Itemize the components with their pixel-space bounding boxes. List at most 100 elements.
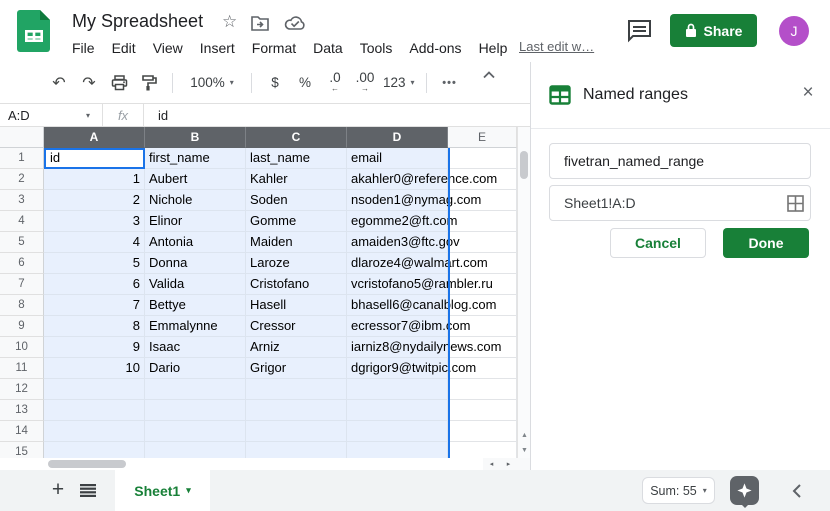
cell-B8[interactable]: Bettye — [145, 295, 246, 316]
cell-E12[interactable] — [448, 379, 517, 400]
row-header-5[interactable]: 5 — [0, 232, 44, 253]
column-header-C[interactable]: C — [246, 127, 347, 148]
cell-E14[interactable] — [448, 421, 517, 442]
cell-B11[interactable]: Dario — [145, 358, 246, 379]
row-header-8[interactable]: 8 — [0, 295, 44, 316]
vertical-scrollbar-thumb[interactable] — [520, 151, 528, 179]
explore-button[interactable] — [730, 476, 759, 505]
cell-D6[interactable]: dlaroze4@walmart.com — [347, 253, 448, 274]
menu-item-tools[interactable]: Tools — [360, 40, 393, 56]
cell-B4[interactable]: Elinor — [145, 211, 246, 232]
cell-C9[interactable]: Cressor — [246, 316, 347, 337]
menu-item-format[interactable]: Format — [252, 40, 296, 56]
cell-D1[interactable]: email — [347, 148, 448, 169]
row-header-10[interactable]: 10 — [0, 337, 44, 358]
sheets-logo-icon[interactable] — [16, 9, 52, 53]
cell-B9[interactable]: Emmalynne — [145, 316, 246, 337]
cell-D3[interactable]: nsoden1@nymag.com — [347, 190, 448, 211]
menu-item-file[interactable]: File — [72, 40, 95, 56]
column-header-E[interactable]: E — [448, 127, 517, 148]
cell-C11[interactable]: Grigor — [246, 358, 347, 379]
cell-D2[interactable]: akahler0@reference.com — [347, 169, 448, 190]
row-header-3[interactable]: 3 — [0, 190, 44, 211]
column-header-D[interactable]: D — [347, 127, 448, 148]
column-header-B[interactable]: B — [145, 127, 246, 148]
cell-A12[interactable] — [44, 379, 145, 400]
avatar[interactable]: J — [779, 16, 809, 46]
cell-C10[interactable]: Arniz — [246, 337, 347, 358]
cell-D12[interactable] — [347, 379, 448, 400]
cell-D14[interactable] — [347, 421, 448, 442]
menu-item-insert[interactable]: Insert — [200, 40, 235, 56]
select-data-range-icon[interactable] — [787, 195, 804, 212]
paint-format-button[interactable] — [137, 70, 161, 96]
row-header-15[interactable]: 15 — [0, 442, 44, 458]
cell-B2[interactable]: Aubert — [145, 169, 246, 190]
cell-B13[interactable] — [145, 400, 246, 421]
cell-C2[interactable]: Kahler — [246, 169, 347, 190]
row-header-4[interactable]: 4 — [0, 211, 44, 232]
close-icon[interactable]: × — [794, 79, 822, 107]
cell-E1[interactable] — [448, 148, 517, 169]
share-button[interactable]: Share — [670, 14, 757, 47]
cell-D11[interactable]: dgrigor9@twitpic.com — [347, 358, 448, 379]
cell-A2[interactable]: 1 — [44, 169, 145, 190]
format-currency-button[interactable]: $ — [263, 70, 287, 96]
row-header-6[interactable]: 6 — [0, 253, 44, 274]
cell-A5[interactable]: 4 — [44, 232, 145, 253]
cell-D4[interactable]: egomme2@ft.com — [347, 211, 448, 232]
document-title[interactable]: My Spreadsheet — [72, 11, 203, 32]
cell-B3[interactable]: Nichole — [145, 190, 246, 211]
cell-A7[interactable]: 6 — [44, 274, 145, 295]
cancel-button[interactable]: Cancel — [610, 228, 706, 258]
cell-A15[interactable] — [44, 442, 145, 458]
cell-B5[interactable]: Antonia — [145, 232, 246, 253]
row-header-9[interactable]: 9 — [0, 316, 44, 337]
cell-A4[interactable]: 3 — [44, 211, 145, 232]
decrease-decimal-button[interactable]: .0← — [323, 70, 347, 96]
sum-indicator[interactable]: Sum: 55 ▾ — [642, 477, 715, 504]
cell-D13[interactable] — [347, 400, 448, 421]
range-name-input[interactable] — [549, 143, 811, 179]
comment-history-icon[interactable] — [626, 18, 653, 43]
cell-A13[interactable] — [44, 400, 145, 421]
cell-E13[interactable] — [448, 400, 517, 421]
star-icon[interactable]: ☆ — [222, 12, 237, 32]
cell-C5[interactable]: Maiden — [246, 232, 347, 253]
cell-C1[interactable]: last_name — [246, 148, 347, 169]
scroll-left-icon[interactable]: ◂ — [483, 458, 500, 470]
row-header-1[interactable]: 1 — [0, 148, 44, 169]
more-formats-button[interactable]: 123▾ — [383, 70, 415, 96]
cell-D15[interactable] — [347, 442, 448, 458]
cell-D10[interactable]: iarniz8@nydailynews.com — [347, 337, 448, 358]
cell-D5[interactable]: amaiden3@ftc.gov — [347, 232, 448, 253]
cell-C8[interactable]: Hasell — [246, 295, 347, 316]
menu-item-help[interactable]: Help — [479, 40, 508, 56]
row-header-7[interactable]: 7 — [0, 274, 44, 295]
formula-input[interactable]: id — [144, 108, 168, 123]
cell-C3[interactable]: Soden — [246, 190, 347, 211]
cell-A8[interactable]: 7 — [44, 295, 145, 316]
cell-A3[interactable]: 2 — [44, 190, 145, 211]
collapse-toolbar-icon[interactable] — [482, 70, 496, 79]
select-all-corner[interactable] — [0, 127, 44, 148]
cell-E4[interactable] — [448, 211, 517, 232]
cell-A11[interactable]: 10 — [44, 358, 145, 379]
cell-B7[interactable]: Valida — [145, 274, 246, 295]
menu-item-data[interactable]: Data — [313, 40, 343, 56]
redo-button[interactable]: ↷ — [77, 70, 101, 96]
cell-B10[interactable]: Isaac — [145, 337, 246, 358]
cell-A1[interactable]: id — [44, 148, 145, 169]
row-header-11[interactable]: 11 — [0, 358, 44, 379]
cell-B14[interactable] — [145, 421, 246, 442]
sheet-tab[interactable]: Sheet1 ▾ — [115, 470, 210, 511]
done-button[interactable]: Done — [723, 228, 809, 258]
name-box[interactable]: A:D — [0, 108, 86, 123]
cell-E15[interactable] — [448, 442, 517, 458]
menu-item-view[interactable]: View — [153, 40, 183, 56]
cell-A14[interactable] — [44, 421, 145, 442]
cell-A10[interactable]: 9 — [44, 337, 145, 358]
cell-C15[interactable] — [246, 442, 347, 458]
cell-C14[interactable] — [246, 421, 347, 442]
row-header-13[interactable]: 13 — [0, 400, 44, 421]
